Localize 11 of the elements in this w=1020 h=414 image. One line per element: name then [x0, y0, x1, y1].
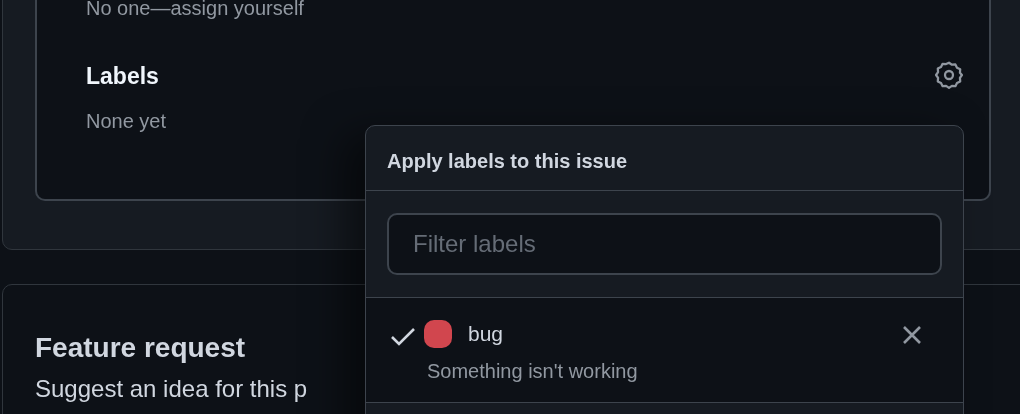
- filter-field[interactable]: Filter labels: [387, 213, 942, 275]
- section-value: None yet: [86, 108, 167, 134]
- settings-icon[interactable]: [933, 59, 965, 91]
- assignee-hint: No one—assign yourself: [86, 0, 304, 21]
- label-description: Something isn't working: [427, 358, 638, 384]
- label-name: bug: [468, 321, 504, 347]
- label-option[interactable]: bug Something isn't working: [366, 298, 963, 403]
- template-description: Suggest an idea for this p: [35, 374, 308, 404]
- template-title: Feature request: [35, 331, 246, 365]
- menu-title: Apply labels to this issue: [387, 149, 628, 174]
- section-title: Labels: [86, 62, 159, 91]
